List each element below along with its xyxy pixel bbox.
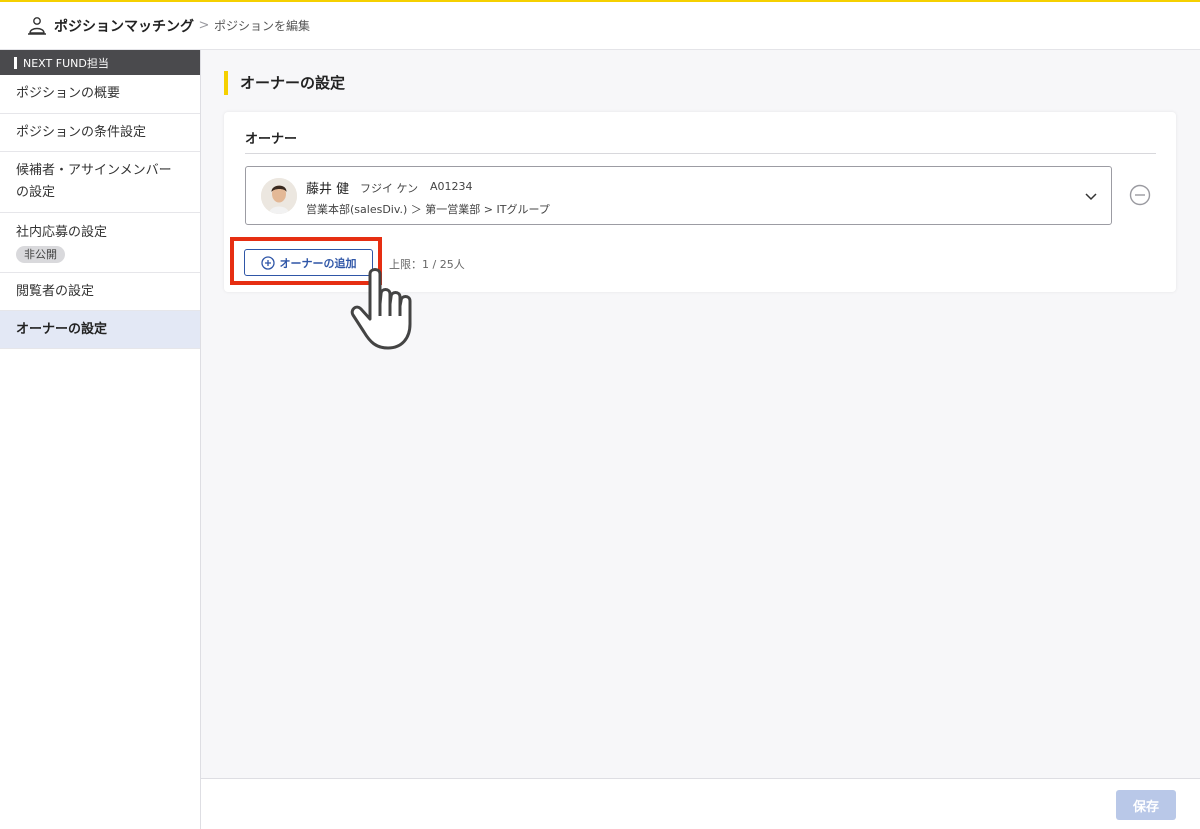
main-content: オーナーの設定 オーナー 藤井 健 フジイ ケン A01234 営業本部(sal… xyxy=(201,50,1200,778)
owner-kana: フジイ ケン xyxy=(360,182,419,195)
add-owner-button-label: オーナーの追加 xyxy=(279,257,357,270)
sidebar-item-overview[interactable]: ポジションの概要 xyxy=(0,75,200,114)
breadcrumb-current: ポジションを編集 xyxy=(214,19,311,33)
owner-card: オーナー 藤井 健 フジイ ケン A01234 営業本部(salesDiv.) … xyxy=(224,112,1176,350)
sidebar-item-candidates[interactable]: 候補者・アサインメンバー の設定 xyxy=(0,152,200,213)
sidebar-item-conditions[interactable]: ポジションの条件設定 xyxy=(0,114,200,152)
sidebar: NEXT FUND担当 ポジションの概要 ポジションの条件設定 候補者・アサイン… xyxy=(0,50,201,829)
app-title[interactable]: ポジションマッチング xyxy=(54,16,194,36)
owner-select[interactable]: 藤井 健 フジイ ケン A01234 営業本部(salesDiv.) ＞ 第一営… xyxy=(245,166,1112,225)
divider xyxy=(245,153,1156,154)
sidebar-item-viewers[interactable]: 閲覧者の設定 xyxy=(0,273,200,311)
sidebar-item-internal-application[interactable]: 社内応募の設定 非公開 xyxy=(0,213,200,273)
breadcrumb-separator: > xyxy=(198,18,210,33)
section-title: オーナーの設定 xyxy=(224,71,345,95)
app-logo-icon xyxy=(26,15,48,37)
chevron-down-icon[interactable] xyxy=(1083,188,1099,204)
save-button[interactable]: 保存 xyxy=(1116,790,1176,820)
group-marker xyxy=(14,56,17,69)
sidebar-item-label: オーナーの設定 xyxy=(16,321,108,337)
sidebar-item-label: 候補者・アサインメンバー xyxy=(16,163,172,178)
footer-bar: 保存 xyxy=(201,778,1200,829)
sidebar-item-label: ポジションの概要 xyxy=(16,86,121,101)
private-badge: 非公開 xyxy=(16,246,65,263)
sidebar-item-label: 閲覧者の設定 xyxy=(16,283,95,299)
owner-department: 営業本部(salesDiv.) ＞ 第一営業部 > ITグループ xyxy=(306,203,550,216)
plus-circle-icon xyxy=(260,255,275,270)
sidebar-item-owner[interactable]: オーナーの設定 xyxy=(0,311,200,349)
owner-employee-id: A01234 xyxy=(430,180,473,193)
sidebar-group-header: NEXT FUND担当 xyxy=(0,50,200,75)
sidebar-group-label: NEXT FUND担当 xyxy=(23,56,109,70)
top-header: ポジションマッチング > ポジションを編集 xyxy=(0,0,1200,50)
avatar xyxy=(261,178,297,214)
sidebar-item-label: ポジションの条件設定 xyxy=(16,124,147,140)
owner-name: 藤井 健 xyxy=(306,182,350,197)
remove-owner-icon[interactable] xyxy=(1129,184,1151,206)
pointing-hand-icon xyxy=(348,266,423,351)
owner-card-label: オーナー xyxy=(245,132,298,147)
sidebar-item-label-line2: の設定 xyxy=(16,185,56,200)
sidebar-item-label: 社内応募の設定 xyxy=(16,225,108,240)
